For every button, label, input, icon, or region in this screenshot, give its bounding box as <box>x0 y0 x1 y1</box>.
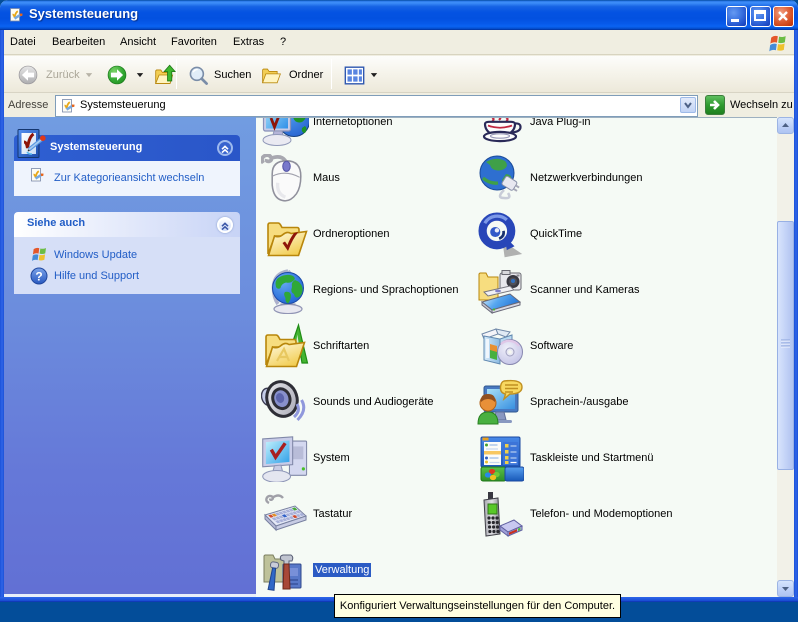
svg-text:?: ? <box>35 270 42 284</box>
